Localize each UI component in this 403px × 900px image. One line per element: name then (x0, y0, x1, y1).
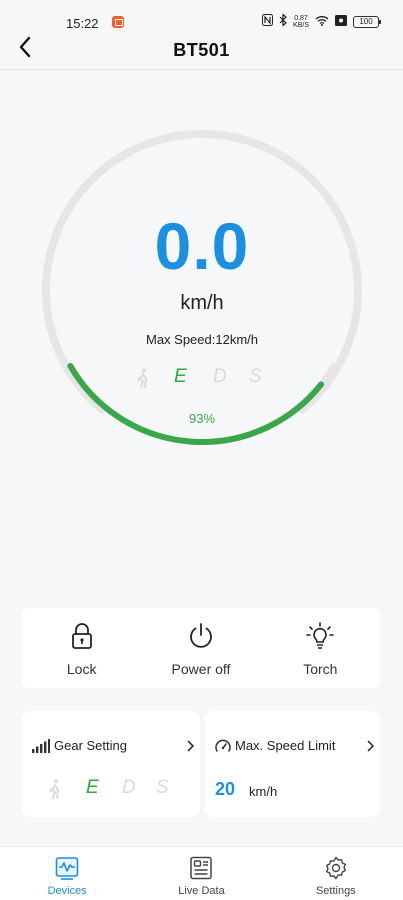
nav-devices-label: Devices (47, 885, 87, 897)
live-data-icon (188, 855, 214, 881)
gauge-ring (42, 129, 362, 445)
app-notification-icon (112, 16, 124, 28)
nav-devices[interactable]: Devices (0, 847, 134, 900)
gear-indicator: E D S (136, 366, 270, 390)
network-speed-value: 0.87 (294, 14, 308, 22)
speedometer-icon (215, 739, 231, 752)
devices-icon (54, 855, 80, 881)
lock-button[interactable]: Lock (22, 608, 141, 688)
nav-live-data[interactable]: Live Data (134, 847, 268, 900)
nfc-icon (262, 14, 274, 29)
torch-label: Torch (303, 661, 338, 677)
walk-mode-icon (137, 368, 148, 388)
power-icon (186, 621, 216, 651)
speed-limit-unit: km/h (249, 784, 278, 799)
chevron-right-icon (187, 739, 194, 752)
status-time: 15:22 (66, 16, 99, 31)
gear-option-d[interactable]: D (122, 777, 136, 799)
speed-unit: km/h (180, 292, 224, 314)
walk-mode-icon[interactable] (48, 779, 62, 799)
torch-button[interactable]: Torch (261, 608, 380, 688)
speed-limit-header: Max. Speed Limit (215, 738, 374, 753)
speed-limit-value: 20 (215, 779, 236, 799)
settings-icon (323, 855, 349, 881)
status-icons: 0.87 KB/S 100 (262, 13, 381, 29)
nav-settings-label: Settings (315, 885, 356, 897)
lock-label: Lock (66, 661, 97, 677)
gear-setting-card[interactable]: Gear Setting E D S (22, 711, 200, 817)
bottom-nav: Devices Live Data Settings (0, 846, 403, 900)
wifi-icon (315, 15, 329, 29)
speed-gauge: 0.0 km/h Max Speed:12km/h E D S 93% (40, 128, 364, 452)
battery-percent: 93% (188, 411, 216, 426)
speed-limit-card[interactable]: Max. Speed Limit 20 km/h (205, 711, 380, 817)
header: BT501 (0, 30, 403, 70)
chevron-right-icon (367, 739, 374, 752)
gear-option-e[interactable]: E (86, 777, 99, 799)
speed-value: 0.0 (154, 209, 250, 283)
page-title: BT501 (173, 40, 230, 60)
power-off-label: Power off (171, 661, 231, 677)
network-speed-unit: KB/S (293, 21, 309, 29)
gear-option-s[interactable]: S (156, 777, 169, 799)
gear-setting-options: E D S (46, 777, 186, 801)
gear-label-d: D (213, 366, 227, 387)
gear-setting-title: Gear Setting (54, 738, 127, 753)
torch-icon (305, 621, 335, 651)
battery-indicator: 100 (353, 15, 381, 28)
gear-setting-header: Gear Setting (32, 738, 194, 753)
bluetooth-icon (279, 13, 287, 29)
power-off-button[interactable]: Power off (141, 608, 260, 688)
max-speed-text: Max Speed:12km/h (145, 332, 258, 347)
gear-label-e: E (174, 366, 187, 387)
nav-settings[interactable]: Settings (269, 847, 403, 900)
signal-bars-icon (32, 738, 50, 753)
notification-icon (335, 14, 347, 29)
network-speed: 0.87 KB/S (293, 15, 309, 29)
lock-icon (67, 621, 97, 651)
speed-limit-title: Max. Speed Limit (235, 738, 336, 753)
quick-actions-card: Lock Power off Torch (22, 608, 380, 688)
nav-live-data-label: Live Data (178, 885, 225, 897)
gear-label-s: S (249, 366, 262, 387)
